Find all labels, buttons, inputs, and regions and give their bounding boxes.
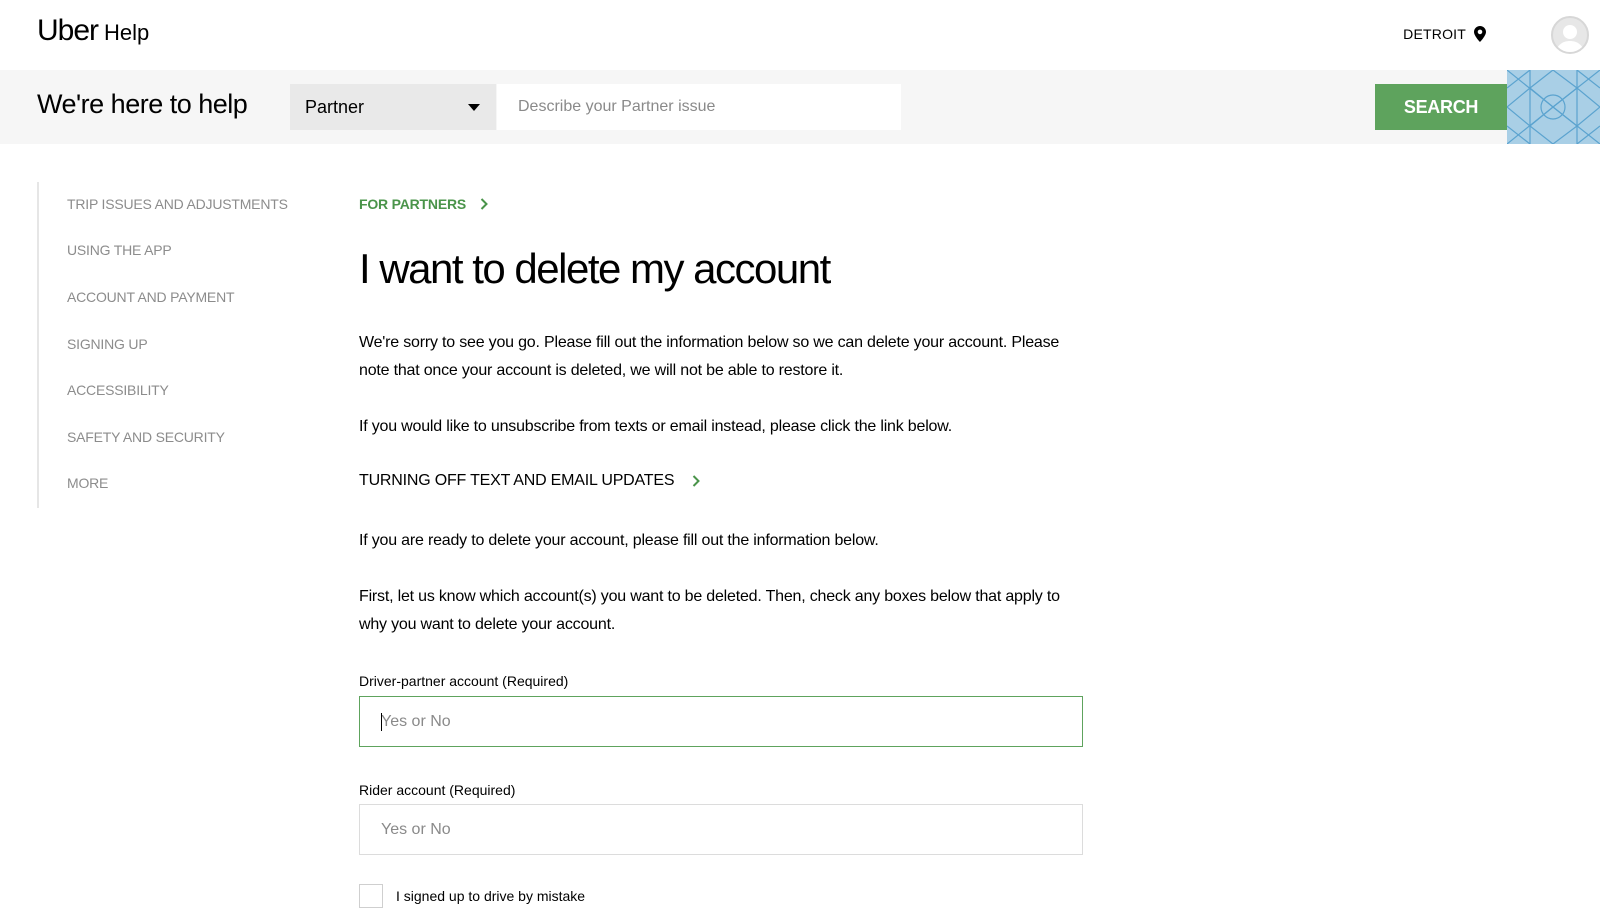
map-pin-icon [1474,26,1486,42]
user-avatar-icon[interactable] [1551,16,1589,54]
unsubscribe-note: If you would like to unsubscribe from te… [359,418,952,435]
hero-title: We're here to help [37,89,248,119]
page-title: I want to delete my account [359,245,831,292]
help-label: Help [104,20,150,45]
chevron-right-icon [693,475,701,487]
driver-account-field-wrap [359,696,1083,747]
ready-note: If you are ready to delete your account,… [359,532,879,549]
unsubscribe-link-label: TURNING OFF TEXT AND EMAIL UPDATES [359,472,675,489]
intro-text: We're sorry to see you go. Please fill o… [359,334,1060,379]
mistake-checkbox[interactable] [359,884,383,908]
sidebar-item-signing-up[interactable]: SIGNING UP [67,336,148,352]
search-input[interactable] [497,84,901,130]
mistake-checkbox-label: I signed up to drive by mistake [396,888,586,904]
search-band: We're here to help Partner SEARCH [0,69,1600,145]
city-name: DETROIT [1403,26,1466,42]
mistake-checkbox-row[interactable]: I signed up to drive by mistake [359,884,585,908]
driver-account-label: Driver-partner account (Required) [359,673,569,689]
city-selector[interactable]: DETROIT [1403,26,1486,42]
top-bar: Uber Help DETROIT [0,0,1600,70]
uber-help-logo[interactable]: Uber Help [37,14,149,48]
decorative-pattern [1506,69,1600,145]
sidebar-item-safety[interactable]: SAFETY AND SECURITY [67,429,225,445]
uber-logo: Uber [37,14,99,47]
sidebar: TRIP ISSUES AND ADJUSTMENTS USING THE AP… [37,182,297,508]
breadcrumb[interactable]: FOR PARTNERS [359,196,488,212]
category-dropdown[interactable]: Partner [290,84,496,130]
chevron-down-icon [468,104,480,111]
instructions-text: First, let us know which account(s) you … [359,588,1060,633]
sidebar-item-accessibility[interactable]: ACCESSIBILITY [67,382,169,398]
text-cursor [381,713,382,731]
sidebar-item-more[interactable]: MORE [67,475,108,491]
sidebar-item-using-app[interactable]: USING THE APP [67,242,172,258]
search-button[interactable]: SEARCH [1375,84,1507,130]
breadcrumb-label: FOR PARTNERS [359,196,467,212]
rider-account-label: Rider account (Required) [359,782,516,798]
category-selected: Partner [305,96,365,117]
sidebar-item-account-payment[interactable]: ACCOUNT AND PAYMENT [67,289,235,305]
unsubscribe-link[interactable]: TURNING OFF TEXT AND EMAIL UPDATES [359,472,701,490]
rider-account-field[interactable] [359,804,1083,855]
chevron-right-icon [480,198,488,210]
sidebar-item-trip-issues[interactable]: TRIP ISSUES AND ADJUSTMENTS [67,196,288,212]
driver-account-field[interactable] [359,696,1083,747]
